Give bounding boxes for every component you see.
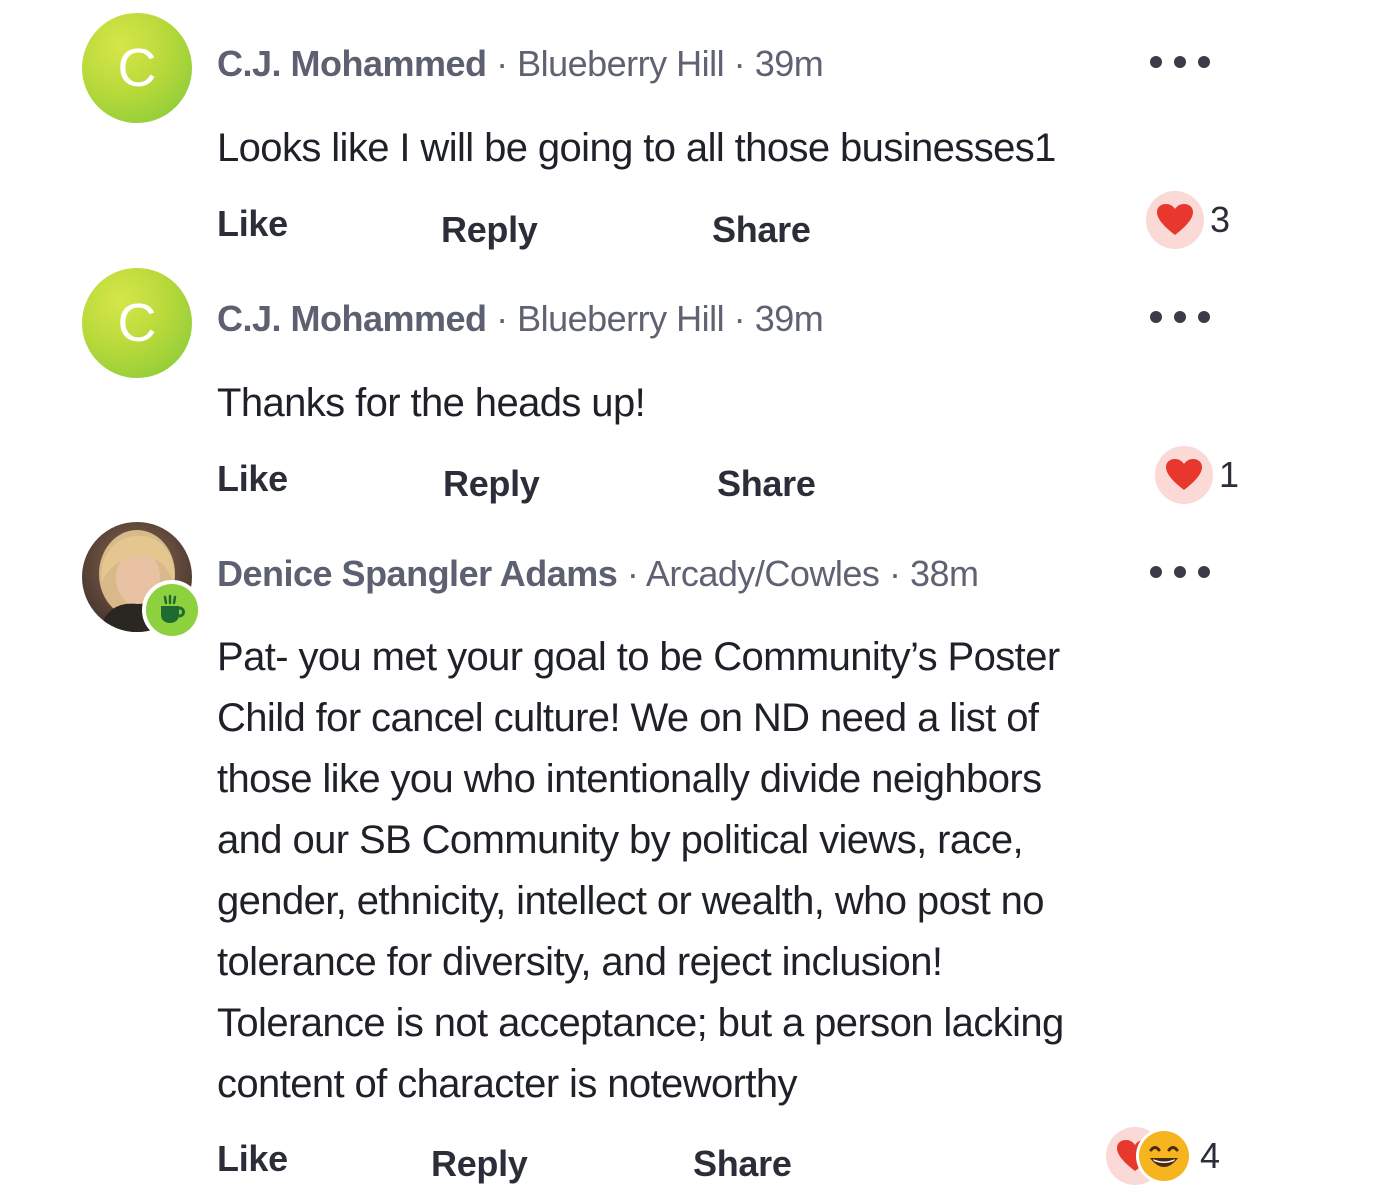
dot [1174, 56, 1186, 68]
reply-button[interactable]: Reply [431, 1143, 528, 1185]
share-button[interactable]: Share [717, 463, 816, 505]
grinning-face-icon [1134, 1126, 1194, 1186]
reply-button[interactable]: Reply [443, 463, 540, 505]
avatar-letter: C [117, 293, 157, 353]
more-options-icon[interactable] [1150, 307, 1210, 327]
separator: · [496, 43, 508, 84]
reaction-count: 3 [1210, 199, 1231, 240]
dot [1198, 56, 1210, 68]
neighborhood[interactable]: Blueberry Hill [517, 43, 725, 84]
separator: · [733, 43, 746, 84]
neighborhood[interactable]: Arcady/Cowles [646, 553, 880, 594]
heart-icon [1155, 446, 1213, 504]
comment-line: Pat- you met your goal to be Community’s… [217, 635, 1060, 679]
comment-line: and our SB Community by political views,… [217, 818, 1024, 862]
reply-button[interactable]: Reply [441, 209, 538, 251]
avatar[interactable] [82, 522, 202, 640]
comment-body: Thanks for the heads up! [217, 373, 646, 434]
dot [1198, 311, 1210, 323]
dot [1174, 311, 1186, 323]
dot [1198, 566, 1210, 578]
like-button[interactable]: Like [217, 203, 288, 245]
reaction-summary[interactable]: 1 [1155, 446, 1239, 504]
comment-line: tolerance for diversity, and reject incl… [217, 940, 943, 984]
timestamp: 39m [754, 43, 824, 84]
dot [1174, 566, 1186, 578]
reaction-count: 4 [1200, 1135, 1221, 1176]
author-name[interactable]: Denice Spangler Adams [217, 553, 618, 594]
heart-icon [1146, 191, 1204, 249]
timestamp: 38m [909, 553, 979, 594]
comment-line: Tolerance is not acceptance; but a perso… [217, 1001, 1064, 1045]
share-button[interactable]: Share [712, 209, 811, 251]
comment-line: content of character is noteworthy [217, 1062, 798, 1106]
comment-line: Looks like I will be going to all those … [217, 126, 1056, 170]
avatar[interactable]: C [82, 268, 192, 378]
timestamp: 39m [754, 298, 824, 339]
more-options-icon[interactable] [1150, 562, 1210, 582]
separator: · [733, 298, 746, 339]
comment-line: gender, ethnicity, intellect or wealth, … [217, 879, 1045, 923]
like-button[interactable]: Like [217, 1138, 288, 1180]
separator: · [496, 298, 508, 339]
avatar[interactable]: C [82, 13, 192, 123]
reaction-count: 1 [1219, 454, 1240, 495]
comment-meta: C.J. Mohammed · Blueberry Hill · 39m [217, 43, 824, 85]
reaction-summary[interactable]: 3 [1146, 191, 1230, 249]
dot [1150, 566, 1162, 578]
dot [1150, 311, 1162, 323]
coffee-badge-icon [142, 580, 202, 640]
like-button[interactable]: Like [217, 458, 288, 500]
dot [1150, 56, 1162, 68]
share-button[interactable]: Share [693, 1143, 792, 1185]
comment-body: Pat- you met your goal to be Community’s… [217, 627, 1064, 1115]
avatar-letter: C [117, 38, 157, 98]
author-name[interactable]: C.J. Mohammed [217, 298, 487, 339]
neighborhood[interactable]: Blueberry Hill [517, 298, 725, 339]
comment-line: those like you who intentionally divide … [217, 757, 1042, 801]
comment-meta: Denice Spangler Adams · Arcady/Cowles · … [217, 553, 979, 595]
separator: · [888, 553, 901, 594]
comment-line: Thanks for the heads up! [217, 381, 646, 425]
more-options-icon[interactable] [1150, 52, 1210, 72]
separator: · [626, 553, 639, 594]
reaction-summary[interactable]: 4 [1106, 1126, 1220, 1186]
author-name[interactable]: C.J. Mohammed [217, 43, 487, 84]
comment-line: Child for cancel culture! We on ND need … [217, 696, 1039, 740]
comment-body: Looks like I will be going to all those … [217, 118, 1056, 179]
comment-meta: C.J. Mohammed · Blueberry Hill · 39m [217, 298, 824, 340]
